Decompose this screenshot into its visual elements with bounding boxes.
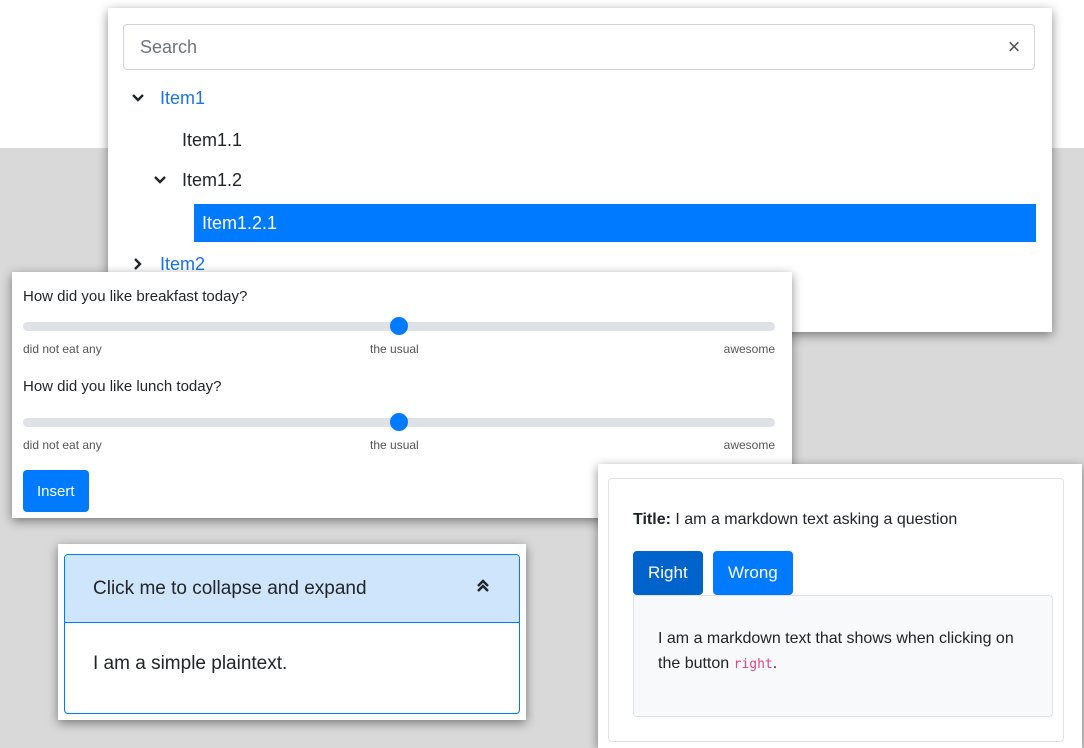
answer-period: .	[772, 655, 778, 672]
title-label: Title:	[633, 511, 671, 528]
tree-item-item1-2[interactable]: Item1.2	[150, 162, 242, 198]
answer-box: I am a markdown text that shows when cli…	[633, 595, 1053, 717]
tick-label-min: did not eat any	[23, 342, 102, 356]
tick-label-max: awesome	[723, 342, 775, 356]
close-icon[interactable]: ×	[994, 34, 1034, 60]
question-label: How did you like breakfast today?	[23, 288, 248, 305]
tick-label-mid: the usual	[370, 342, 419, 356]
search-input[interactable]	[124, 25, 994, 69]
slider-thumb[interactable]	[390, 413, 408, 431]
question-label: How did you like lunch today?	[23, 378, 222, 395]
tree-item-item1-1[interactable]: Item1.1	[182, 122, 242, 158]
right-button[interactable]: Right	[633, 551, 703, 595]
tree-item-label[interactable]: Item1	[160, 88, 205, 109]
question-panel: Title: I am a markdown text asking a que…	[598, 464, 1082, 748]
wrong-button[interactable]: Wrong	[713, 551, 793, 595]
tree-item-item1-2-1[interactable]: Item1.2.1	[194, 204, 1036, 242]
collapse-body: I am a simple plaintext.	[93, 653, 288, 674]
collapse-panel: Click me to collapse and expand I am a s…	[58, 544, 526, 720]
tree-item-label[interactable]: Item1.2	[182, 170, 242, 191]
tick-label-max: awesome	[723, 438, 775, 452]
tree-item-label[interactable]: Item1.2.1	[202, 213, 277, 234]
collapse-header-label: Click me to collapse and expand	[93, 577, 367, 599]
chevron-down-icon[interactable]	[150, 173, 170, 187]
tree-item-item1[interactable]: Item1	[128, 80, 205, 116]
tick-label-min: did not eat any	[23, 438, 102, 452]
insert-button[interactable]: Insert	[23, 470, 89, 512]
collapse-card: Click me to collapse and expand I am a s…	[64, 554, 520, 714]
collapse-toggle[interactable]: Click me to collapse and expand	[65, 555, 519, 623]
answer-text: I am a markdown text that shows when cli…	[658, 630, 1014, 672]
chevrons-up-icon[interactable]	[475, 578, 491, 600]
tick-label-mid: the usual	[370, 438, 419, 452]
breakfast-slider[interactable]	[23, 317, 775, 335]
tree-item-label[interactable]: Item1.1	[182, 130, 242, 151]
answer-code: right	[733, 657, 773, 672]
title-text: I am a markdown text asking a question	[675, 511, 958, 528]
search-box: ×	[123, 24, 1035, 70]
chevron-down-icon[interactable]	[128, 91, 148, 105]
question-title: Title: I am a markdown text asking a que…	[633, 511, 957, 529]
lunch-slider[interactable]	[23, 413, 775, 431]
slider-thumb[interactable]	[390, 317, 408, 335]
question-card: Title: I am a markdown text asking a que…	[608, 478, 1064, 742]
chevron-right-icon[interactable]	[128, 257, 148, 271]
